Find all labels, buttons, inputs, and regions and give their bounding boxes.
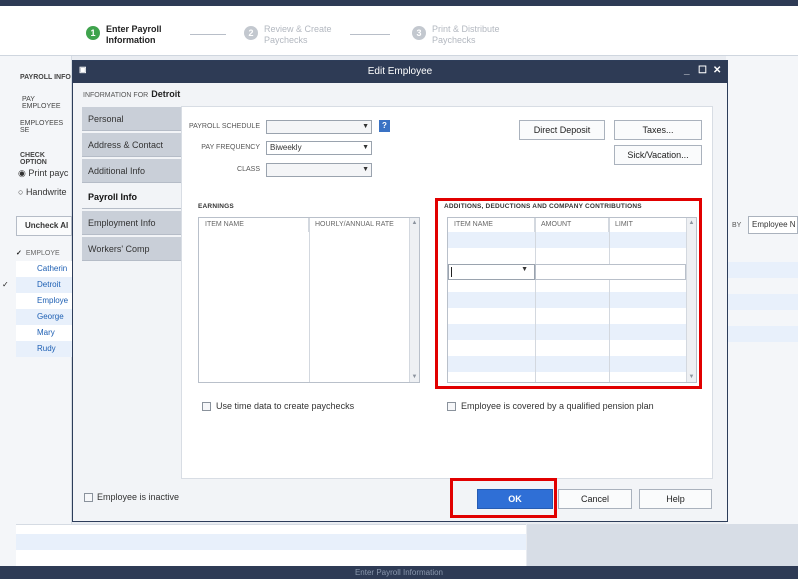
payroll-schedule-label: PAYROLL SCHEDULE	[188, 123, 260, 130]
employee-inactive-checkbox[interactable]	[84, 493, 93, 502]
class-select[interactable]: ▼	[266, 163, 372, 177]
uncheck-all-button[interactable]: Uncheck Al	[16, 216, 72, 236]
print-paychecks-radio[interactable]: ◉ Print payc	[18, 168, 68, 179]
sort-by-label: BY	[732, 222, 742, 229]
earnings-col-rate: HOURLY/ANNUAL RATE	[315, 221, 394, 228]
highlight-box	[450, 478, 557, 518]
taxes-button[interactable]: Taxes...	[614, 120, 702, 140]
payroll-wizard-steps: 1 Enter Payroll Information 2 Review & C…	[0, 6, 798, 56]
pension-plan-checkbox[interactable]	[447, 402, 456, 411]
highlight-box	[435, 198, 702, 389]
step-1-label: Enter Payroll Information	[106, 24, 162, 45]
step-2-label: Review & Create Paychecks	[264, 24, 332, 45]
pay-frequency-select[interactable]: Biweekly ▼	[266, 141, 372, 155]
employee-row-selected[interactable]: ✓ Detroit	[2, 277, 72, 293]
employee-row[interactable]: Employe	[16, 293, 72, 309]
sort-by-select[interactable]: Employee N	[748, 216, 798, 234]
step-3-label: Print & Distribute Paychecks	[432, 24, 500, 45]
cancel-button[interactable]: Cancel	[558, 489, 632, 509]
wizard-step-3: 3 Print & Distribute Paychecks	[412, 24, 504, 46]
employee-column-header: ✓ EMPLOYE	[16, 246, 72, 262]
earnings-col-item-name: ITEM NAME	[199, 218, 309, 232]
nav-additional-info[interactable]: Additional Info	[82, 159, 181, 183]
direct-deposit-button[interactable]: Direct Deposit	[519, 120, 605, 140]
step-3-number: 3	[412, 26, 426, 40]
class-label: CLASS	[237, 166, 260, 173]
table-row	[726, 294, 798, 310]
earnings-table[interactable]: ITEM NAME HOURLY/ANNUAL RATE ▲ ▼	[198, 217, 420, 383]
table-row	[726, 262, 798, 278]
print-label: Print payc	[28, 168, 69, 178]
table-total-area	[527, 524, 798, 566]
employees-label: EMPLOYEES SE	[20, 120, 64, 134]
step-2-number: 2	[244, 26, 258, 40]
employee-name: Detroit	[151, 89, 181, 99]
earnings-scrollbar[interactable]: ▲ ▼	[409, 218, 419, 382]
chevron-down-icon: ▼	[362, 166, 369, 173]
nav-workers-comp[interactable]: Workers' Comp	[82, 237, 181, 261]
information-for: INFORMATION FOR Detroit	[83, 89, 180, 99]
scroll-down-icon[interactable]: ▼	[410, 374, 419, 380]
pay-frequency-label: PAY FREQUENCY	[201, 144, 260, 151]
wizard-step-2: 2 Review & Create Paychecks	[244, 24, 336, 46]
earnings-title: EARNINGS	[198, 203, 234, 210]
pay-employees-label: PAY EMPLOYEE	[22, 96, 61, 110]
payroll-schedule-select[interactable]: ▼	[266, 120, 372, 134]
step-arrow	[190, 34, 226, 35]
dialog-title: Edit Employee	[367, 66, 433, 77]
employee-row[interactable]: George	[16, 309, 72, 325]
background-right-panel: BY Employee N	[726, 56, 798, 579]
employee-row[interactable]: Catherin	[16, 261, 72, 277]
employee-row[interactable]: Rudy	[16, 341, 72, 357]
check-options-label: CHECK OPTION	[20, 152, 47, 166]
maximize-icon[interactable]: ☐	[698, 65, 707, 76]
close-icon[interactable]: ✕	[713, 65, 721, 76]
employee-inactive-label: Employee is inactive	[97, 492, 180, 502]
help-button[interactable]: Help	[639, 489, 712, 509]
chevron-down-icon: ▼	[362, 123, 369, 130]
edit-employee-dialog: ▣ Edit Employee _ ☐ ✕ INFORMATION FOR Det…	[72, 60, 728, 522]
check-icon: ✓	[16, 250, 22, 257]
check-icon: ✓	[2, 280, 9, 289]
pension-plan-label: Employee is covered by a qualified pensi…	[461, 401, 654, 411]
employee-row[interactable]: Mary	[16, 325, 72, 341]
table-row	[726, 326, 798, 342]
column-divider	[309, 218, 310, 382]
use-time-data-label: Use time data to create paychecks	[216, 401, 355, 411]
information-for-label: INFORMATION FOR	[83, 92, 149, 99]
minimize-icon[interactable]: _	[684, 65, 690, 76]
handwrite-radio[interactable]: ○ Handwrite	[18, 187, 66, 197]
nav-payroll-info[interactable]: Payroll Info	[82, 185, 181, 209]
footer-bar: Enter Payroll Information	[0, 566, 798, 579]
background-left-panel: PAYROLL INFO PAY EMPLOYEE EMPLOYEES SE C…	[0, 56, 72, 579]
step-1-number: 1	[86, 26, 100, 40]
table-row	[16, 534, 526, 550]
nav-address-contact[interactable]: Address & Contact	[82, 133, 181, 157]
chevron-down-icon: ▼	[362, 144, 369, 151]
nav-personal[interactable]: Personal	[82, 107, 181, 131]
sick-vacation-button[interactable]: Sick/Vacation...	[614, 145, 702, 165]
scroll-up-icon[interactable]: ▲	[410, 220, 419, 226]
help-icon[interactable]: ?	[379, 120, 390, 132]
wizard-step-1: 1 Enter Payroll Information	[86, 24, 178, 46]
use-time-data-checkbox[interactable]	[202, 402, 211, 411]
nav-employment-info[interactable]: Employment Info	[82, 211, 181, 235]
payroll-info-label: PAYROLL INFO	[20, 74, 71, 81]
step-arrow	[350, 34, 390, 35]
dialog-titlebar: ▣ Edit Employee _ ☐ ✕	[73, 61, 727, 83]
handwrite-label: Handwrite	[25, 187, 67, 197]
